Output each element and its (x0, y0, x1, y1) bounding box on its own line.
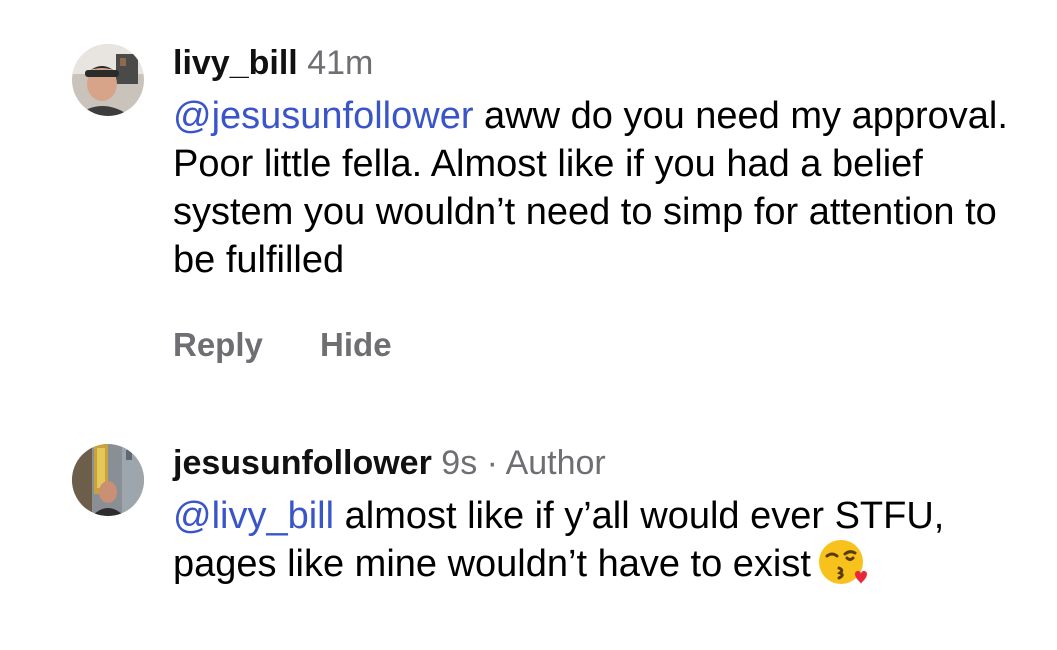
avatar[interactable] (72, 44, 144, 116)
comment-text: @jesusunfollower aww do you need my appr… (173, 92, 1033, 284)
mention-link[interactable]: @livy_bill (173, 495, 334, 537)
comment-timestamp: 41m (307, 44, 374, 82)
user-avatar-icon (72, 44, 144, 116)
comment-timestamp: 9s (441, 444, 478, 482)
reply-button[interactable]: Reply (173, 326, 263, 363)
mention-link[interactable]: @jesusunfollower (173, 95, 474, 137)
avatar[interactable] (72, 444, 144, 516)
comment-actions: Reply Hide (173, 326, 1033, 364)
meta-separator: · (486, 444, 498, 482)
kiss-emoji-icon (817, 536, 869, 588)
comment-username[interactable]: jesusunfollower (173, 444, 432, 482)
comment-text: @livy_bill almost like if y’all would ev… (173, 492, 1033, 592)
user-avatar-icon (72, 444, 144, 516)
author-badge: Author (505, 444, 606, 482)
comment-username[interactable]: livy_bill (173, 44, 298, 82)
hide-button[interactable]: Hide (320, 326, 392, 363)
comment-meta: livy_bill 41m (173, 40, 1033, 86)
comment-meta: jesusunfollower 9s · Author (173, 440, 1033, 486)
